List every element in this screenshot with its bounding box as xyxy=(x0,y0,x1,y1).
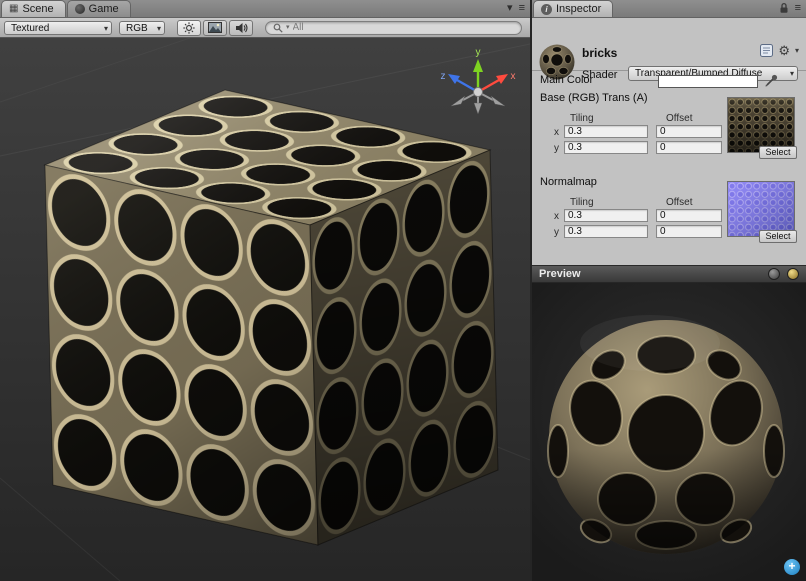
gizmo-y-label: y xyxy=(476,47,481,58)
scene-tabstrip: ▦ Scene Game ▾ ≡ xyxy=(0,0,530,18)
inspector-icon: i xyxy=(541,4,552,15)
game-icon xyxy=(75,4,85,14)
scene-pane-controls: ▾ ≡ xyxy=(507,0,530,17)
gizmo-neg-y-cone[interactable] xyxy=(474,103,482,114)
normalmap-label: Normalmap xyxy=(540,176,597,188)
chevron-down-icon: ▾ xyxy=(157,22,161,35)
inspector-tabstrip: i Inspector ≡ xyxy=(532,0,806,18)
image-icon xyxy=(208,22,222,33)
render-mode-value: Textured xyxy=(11,23,49,34)
preview-header[interactable]: Preview xyxy=(532,265,806,283)
gizmo-neg-x-cone[interactable] xyxy=(451,96,465,106)
pane-menu-icon[interactable]: ≡ xyxy=(795,0,801,17)
gizmo-y-cone[interactable] xyxy=(473,59,483,72)
scene-toolbar: Textured ▾ RGB ▾ xyxy=(0,18,530,38)
tab-scene-label: Scene xyxy=(22,3,53,15)
search-filter-chevron-icon[interactable]: ▾ xyxy=(286,19,290,37)
eyedropper-icon[interactable] xyxy=(764,73,779,88)
base-offset-x-input[interactable] xyxy=(656,125,722,138)
preview-body[interactable]: + xyxy=(532,283,806,581)
normalmap-offset-y-input[interactable] xyxy=(656,225,722,238)
skybox-toggle-button[interactable] xyxy=(203,20,227,36)
normalmap-thumbnail[interactable] xyxy=(727,181,795,237)
tab-game-label: Game xyxy=(89,3,119,15)
preview-mesh-button[interactable] xyxy=(768,268,780,280)
material-name: bricks xyxy=(582,46,617,60)
preview-add-button[interactable]: + xyxy=(784,559,800,575)
search-input[interactable] xyxy=(293,22,514,34)
scene-search[interactable]: ▾ xyxy=(265,21,522,35)
speaker-icon xyxy=(235,22,248,34)
base-offset-y-input[interactable] xyxy=(656,141,722,154)
normalmap-tiling-x-input[interactable] xyxy=(564,209,648,222)
gizmo-neg-z-cone[interactable] xyxy=(491,96,505,106)
channel-mode-dropdown[interactable]: RGB ▾ xyxy=(119,21,165,35)
scene-viewport[interactable]: y x z xyxy=(0,38,530,581)
unity-editor-window: ▦ Scene Game ▾ ≡ Textured ▾ RGB ▾ xyxy=(0,0,806,581)
base-tiling-header: Tiling xyxy=(570,113,594,124)
gizmo-center-knob[interactable] xyxy=(474,88,483,97)
orientation-gizmo[interactable]: y x z xyxy=(438,46,518,130)
normalmap-offset-x-input[interactable] xyxy=(656,209,722,222)
preview-header-buttons xyxy=(768,268,799,280)
gizmo-x-cone[interactable] xyxy=(496,74,508,84)
preview-sphere xyxy=(532,283,806,581)
tab-inspector-label: Inspector xyxy=(556,3,601,15)
inspector-pane-controls: ≡ xyxy=(779,0,806,17)
audio-toggle-button[interactable] xyxy=(229,20,253,36)
base-texture-label: Base (RGB) Trans (A) xyxy=(540,92,648,104)
base-texture-thumbnail[interactable] xyxy=(727,97,795,153)
tab-scene[interactable]: ▦ Scene xyxy=(1,0,66,17)
tab-inspector[interactable]: i Inspector xyxy=(533,0,613,17)
base-texture-select-button[interactable]: Select xyxy=(759,146,797,159)
sun-icon xyxy=(183,22,195,34)
channel-mode-value: RGB xyxy=(126,23,148,34)
normalmap-tiling-header: Tiling xyxy=(570,197,594,208)
chevron-down-icon: ▾ xyxy=(790,67,794,81)
gizmo-z-label: z xyxy=(441,71,446,82)
base-tiling-x-input[interactable] xyxy=(564,125,648,138)
pane-menu-icon[interactable]: ≡ xyxy=(519,0,525,17)
chevron-down-icon: ▾ xyxy=(104,22,108,35)
normalmap-tiling-y-input[interactable] xyxy=(564,225,648,238)
pane-dropdown-icon[interactable]: ▾ xyxy=(507,0,513,17)
main-color-label: Main Color xyxy=(540,74,593,86)
normalmap-row-y-label: y xyxy=(554,227,559,238)
preview-title: Preview xyxy=(539,268,581,280)
base-tiling-y-input[interactable] xyxy=(564,141,648,154)
tab-game[interactable]: Game xyxy=(67,0,131,17)
scene-grid-icon: ▦ xyxy=(9,4,18,14)
help-doc-icon[interactable] xyxy=(760,44,773,57)
normalmap-image xyxy=(728,182,794,236)
material-header-icons: ⚙ ▾ xyxy=(760,44,799,57)
context-menu-chevron-icon[interactable]: ▾ xyxy=(795,46,799,55)
normalmap-select-button[interactable]: Select xyxy=(759,230,797,243)
base-row-y-label: y xyxy=(554,143,559,154)
gear-icon[interactable]: ⚙ xyxy=(778,44,790,57)
main-color-swatch[interactable] xyxy=(658,75,758,88)
lock-icon[interactable] xyxy=(779,2,789,14)
gizmo-x-label: x xyxy=(511,71,516,82)
search-icon xyxy=(273,23,283,33)
normalmap-row-x-label: x xyxy=(554,211,559,222)
gizmo-z-cone[interactable] xyxy=(448,74,460,84)
scene-toggle-group xyxy=(177,20,253,36)
render-mode-dropdown[interactable]: Textured ▾ xyxy=(4,21,112,35)
base-texture-image xyxy=(728,98,794,152)
lighting-toggle-button[interactable] xyxy=(177,20,201,36)
scene-pane: ▦ Scene Game ▾ ≡ Textured ▾ RGB ▾ xyxy=(0,0,530,581)
inspector-pane: i Inspector ≡ xyxy=(532,0,806,581)
base-offset-header: Offset xyxy=(666,113,693,124)
base-row-x-label: x xyxy=(554,127,559,138)
material-header: bricks ⚙ ▾ Shader Transparent/Bumped Dif… xyxy=(532,18,806,71)
normalmap-offset-header: Offset xyxy=(666,197,693,208)
preview-light-button[interactable] xyxy=(787,268,799,280)
